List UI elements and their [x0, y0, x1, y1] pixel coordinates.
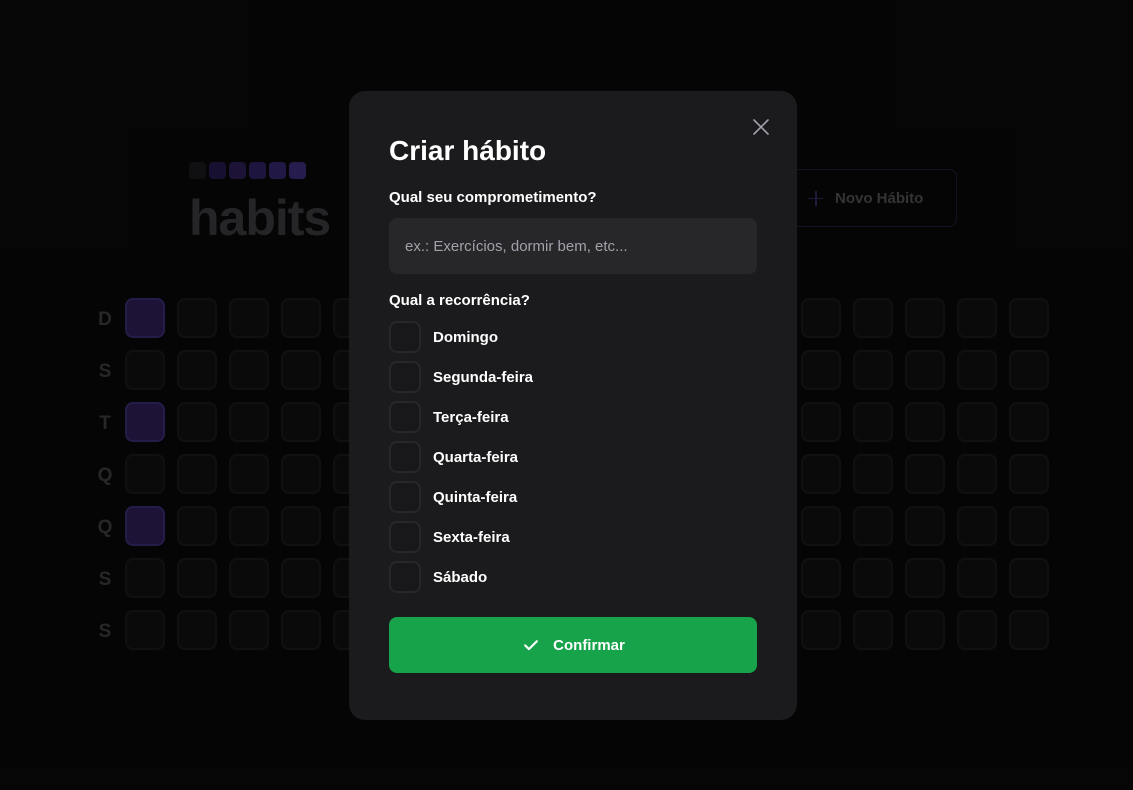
checkbox[interactable] — [389, 441, 421, 473]
weekday-label: Sexta-feira — [433, 528, 510, 546]
confirm-button[interactable]: Confirmar — [389, 617, 757, 673]
weekday-option-terca[interactable]: Terça-feira — [389, 401, 757, 433]
weekday-label: Domingo — [433, 328, 498, 346]
weekday-option-domingo[interactable]: Domingo — [389, 321, 757, 353]
create-habit-dialog: Criar hábito Qual seu comprometimento? Q… — [349, 91, 797, 720]
weekday-option-quinta[interactable]: Quinta-feira — [389, 481, 757, 513]
close-button[interactable] — [751, 117, 771, 137]
checkbox[interactable] — [389, 481, 421, 513]
weekday-label: Segunda-feira — [433, 368, 534, 386]
check-icon — [524, 640, 539, 651]
commitment-input[interactable] — [389, 218, 757, 274]
checkbox[interactable] — [389, 561, 421, 593]
dialog-title: Criar hábito — [389, 135, 547, 166]
confirm-label: Confirmar — [553, 636, 625, 654]
checkbox[interactable] — [389, 361, 421, 393]
commitment-label: Qual seu comprometimento? — [389, 189, 597, 206]
weekday-option-quarta[interactable]: Quarta-feira — [389, 441, 757, 473]
weekday-label: Terça-feira — [433, 408, 509, 426]
weekday-label: Quarta-feira — [433, 448, 519, 466]
checkbox[interactable] — [389, 401, 421, 433]
checkbox[interactable] — [389, 521, 421, 553]
checkbox[interactable] — [389, 321, 421, 353]
close-icon — [753, 119, 769, 135]
weekday-label: Quinta-feira — [433, 488, 518, 506]
weekday-option-sabado[interactable]: Sábado — [389, 561, 757, 593]
weekday-list: Domingo Segunda-feira Terça-feira Quarta… — [389, 321, 757, 593]
app-root: habits Novo Hábito D S T Q Q S S Criar h… — [0, 0, 1133, 790]
weekday-option-segunda[interactable]: Segunda-feira — [389, 361, 757, 393]
weekday-option-sexta[interactable]: Sexta-feira — [389, 521, 757, 553]
recurrence-label: Qual a recorrência? — [389, 292, 530, 309]
weekday-label: Sábado — [433, 568, 488, 586]
